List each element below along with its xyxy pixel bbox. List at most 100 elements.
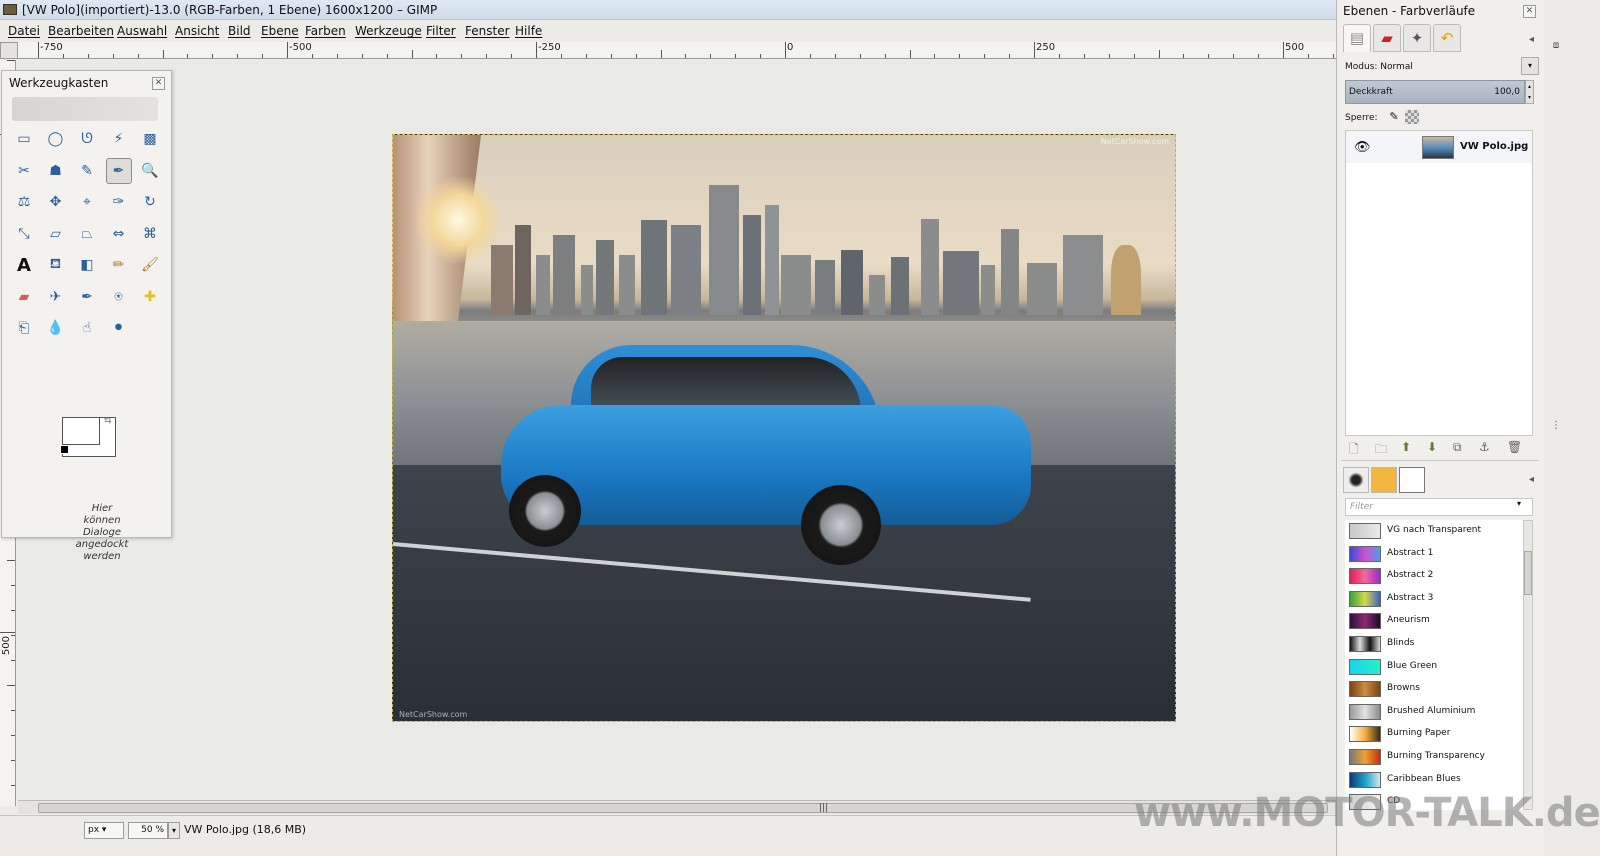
- swap-colors-icon[interactable]: ⇆: [104, 416, 112, 426]
- gradient-item[interactable]: VG nach Transparent: [1345, 520, 1523, 542]
- image-canvas[interactable]: NetCarShow.com NetCarShow.com: [392, 134, 1176, 722]
- pencil-icon[interactable]: ✏: [106, 252, 132, 278]
- eraser-icon[interactable]: ▰: [11, 284, 37, 310]
- raise-layer-icon[interactable]: ⬆: [1401, 440, 1411, 454]
- tab-channels[interactable]: ▰: [1373, 24, 1401, 52]
- gradient-item[interactable]: Aneurism: [1345, 610, 1523, 632]
- heal-icon[interactable]: ✚: [137, 284, 163, 310]
- menu-datei[interactable]: Datei: [8, 24, 40, 38]
- gradient-item[interactable]: Abstract 2: [1345, 565, 1523, 587]
- tab-brushes-icon[interactable]: [1343, 467, 1369, 493]
- gradient-item[interactable]: Browns: [1345, 678, 1523, 700]
- layer-row[interactable]: 👁 VW Polo.jpg: [1346, 131, 1532, 163]
- new-layer-icon[interactable]: 🗋: [1349, 440, 1359, 461]
- scissors-icon[interactable]: ✂: [11, 158, 37, 184]
- ink-icon[interactable]: ✒: [74, 284, 100, 310]
- smudge-icon[interactable]: ☝: [74, 315, 100, 341]
- color-select-icon[interactable]: ▩: [137, 126, 163, 152]
- close-icon[interactable]: ✕: [1523, 5, 1536, 18]
- shear-icon[interactable]: ▱: [43, 221, 69, 247]
- menu-farben[interactable]: Farben: [305, 24, 346, 38]
- gradient-item[interactable]: Caribbean Blues: [1345, 769, 1523, 791]
- zoom-icon[interactable]: 🔍: [137, 158, 163, 184]
- gradient-scrollbar[interactable]: [1523, 520, 1533, 810]
- tab-undo-history[interactable]: ↶: [1433, 24, 1461, 52]
- tab-menu-icon[interactable]: ◂: [1529, 34, 1534, 45]
- zoom-dropdown-button[interactable]: ▾: [168, 822, 180, 839]
- menu-auswahl[interactable]: Auswahl: [117, 24, 167, 38]
- blur-icon[interactable]: 💧: [43, 315, 69, 341]
- paths-icon[interactable]: ✎: [74, 158, 100, 184]
- tab-menu-icon[interactable]: ◂: [1529, 474, 1534, 485]
- unit-select[interactable]: px ▾: [84, 822, 124, 839]
- eye-icon[interactable]: 👁: [1354, 140, 1371, 155]
- text-icon[interactable]: A: [11, 252, 37, 278]
- dock-separator[interactable]: [1341, 460, 1539, 464]
- zoom-input[interactable]: 50 %: [128, 822, 168, 839]
- menu-filter[interactable]: Filter: [426, 24, 456, 38]
- gradient-item[interactable]: Brushed Aluminium: [1345, 701, 1523, 723]
- blend-icon[interactable]: ◧: [74, 252, 100, 278]
- gradient-item[interactable]: Blue Green: [1345, 656, 1523, 678]
- menu-hilfe[interactable]: Hilfe: [515, 24, 542, 38]
- menu-ansicht[interactable]: Ansicht: [175, 24, 219, 38]
- menu-werkzeuge[interactable]: Werkzeuge: [355, 24, 422, 38]
- gradient-item[interactable]: Abstract 3: [1345, 588, 1523, 610]
- move-icon[interactable]: ✥: [43, 189, 69, 215]
- airbrush-icon[interactable]: ✈: [43, 284, 69, 310]
- tab-patterns-icon[interactable]: [1371, 467, 1397, 493]
- delete-layer-icon[interactable]: 🗑: [1507, 440, 1522, 454]
- bucket-fill-icon[interactable]: ⛾: [43, 252, 69, 278]
- lower-layer-icon[interactable]: ⬇: [1427, 440, 1437, 454]
- resize-grip-icon[interactable]: ⋮: [1548, 420, 1564, 436]
- filter-dropdown-icon[interactable]: ▾: [1517, 499, 1521, 508]
- tab-gradients-icon[interactable]: [1399, 467, 1425, 493]
- menu-ebene[interactable]: Ebene: [261, 24, 299, 38]
- gradient-item[interactable]: Abstract 1: [1345, 543, 1523, 565]
- mode-select[interactable]: Modus: Normal: [1345, 62, 1413, 72]
- foreground-color-swatch[interactable]: [62, 417, 100, 445]
- clone-icon[interactable]: ⍟: [106, 284, 132, 310]
- ruler-corner-button[interactable]: [0, 42, 18, 59]
- anchor-layer-icon[interactable]: ⚓: [1479, 440, 1490, 454]
- ellipse-select-icon[interactable]: ◯: [43, 126, 69, 152]
- lock-alpha-icon[interactable]: [1405, 110, 1419, 124]
- scale-icon[interactable]: ⤡: [11, 221, 37, 247]
- rect-select-icon[interactable]: ▭: [11, 126, 37, 152]
- rotate-icon[interactable]: ↻: [137, 189, 163, 215]
- filter-input[interactable]: Filter: [1345, 498, 1533, 516]
- free-select-icon[interactable]: ᘎ: [74, 126, 100, 152]
- duplicate-layer-icon[interactable]: ⧉: [1453, 440, 1462, 455]
- foreground-select-icon[interactable]: ☗: [43, 158, 69, 184]
- default-colors-icon[interactable]: [60, 445, 69, 454]
- measure-icon[interactable]: ⚖: [11, 189, 37, 215]
- scrollbar-thumb[interactable]: [1524, 551, 1532, 595]
- color-picker-icon[interactable]: ✒: [105, 157, 132, 184]
- perspective-icon[interactable]: ⏢: [74, 221, 100, 247]
- menu-bild[interactable]: Bild: [228, 24, 251, 38]
- dodge-burn-icon[interactable]: ⚫: [106, 315, 132, 341]
- gradient-item[interactable]: Burning Paper: [1345, 723, 1523, 745]
- flip-icon[interactable]: ⇔: [106, 221, 132, 247]
- menu-bearbeiten[interactable]: Bearbeiten: [48, 24, 114, 38]
- tab-layers[interactable]: ▤: [1343, 24, 1371, 52]
- align-icon[interactable]: ⌖: [74, 189, 100, 215]
- gradient-item[interactable]: Burning Transparency: [1345, 746, 1523, 768]
- cage-icon[interactable]: ⌘: [137, 221, 163, 247]
- close-icon[interactable]: ✕: [152, 77, 165, 90]
- gradient-item[interactable]: Blinds: [1345, 633, 1523, 655]
- gradient-swatch: [1349, 681, 1381, 698]
- opacity-slider[interactable]: Deckkraft 100,0: [1345, 80, 1525, 104]
- paintbrush-icon[interactable]: 🖌: [137, 252, 163, 278]
- fuzzy-select-icon[interactable]: ⚡: [106, 126, 132, 152]
- opacity-spinner[interactable]: ▴ ▾: [1525, 80, 1534, 104]
- perspective-clone-icon[interactable]: ⎗: [11, 315, 37, 341]
- menu-fenster[interactable]: Fenster: [465, 24, 510, 38]
- tab-paths[interactable]: ✦: [1403, 24, 1431, 52]
- new-layer-group-icon[interactable]: 🗀: [1375, 440, 1387, 461]
- horizontal-ruler[interactable]: -750-500-25002505007501000125015001750: [18, 42, 1354, 59]
- lock-pixels-icon[interactable]: ✎: [1387, 110, 1401, 124]
- mode-dropdown-button[interactable]: ▾: [1521, 57, 1539, 75]
- dock-config-icon[interactable]: ⧈: [1548, 40, 1564, 56]
- crop-icon[interactable]: ✑: [106, 189, 132, 215]
